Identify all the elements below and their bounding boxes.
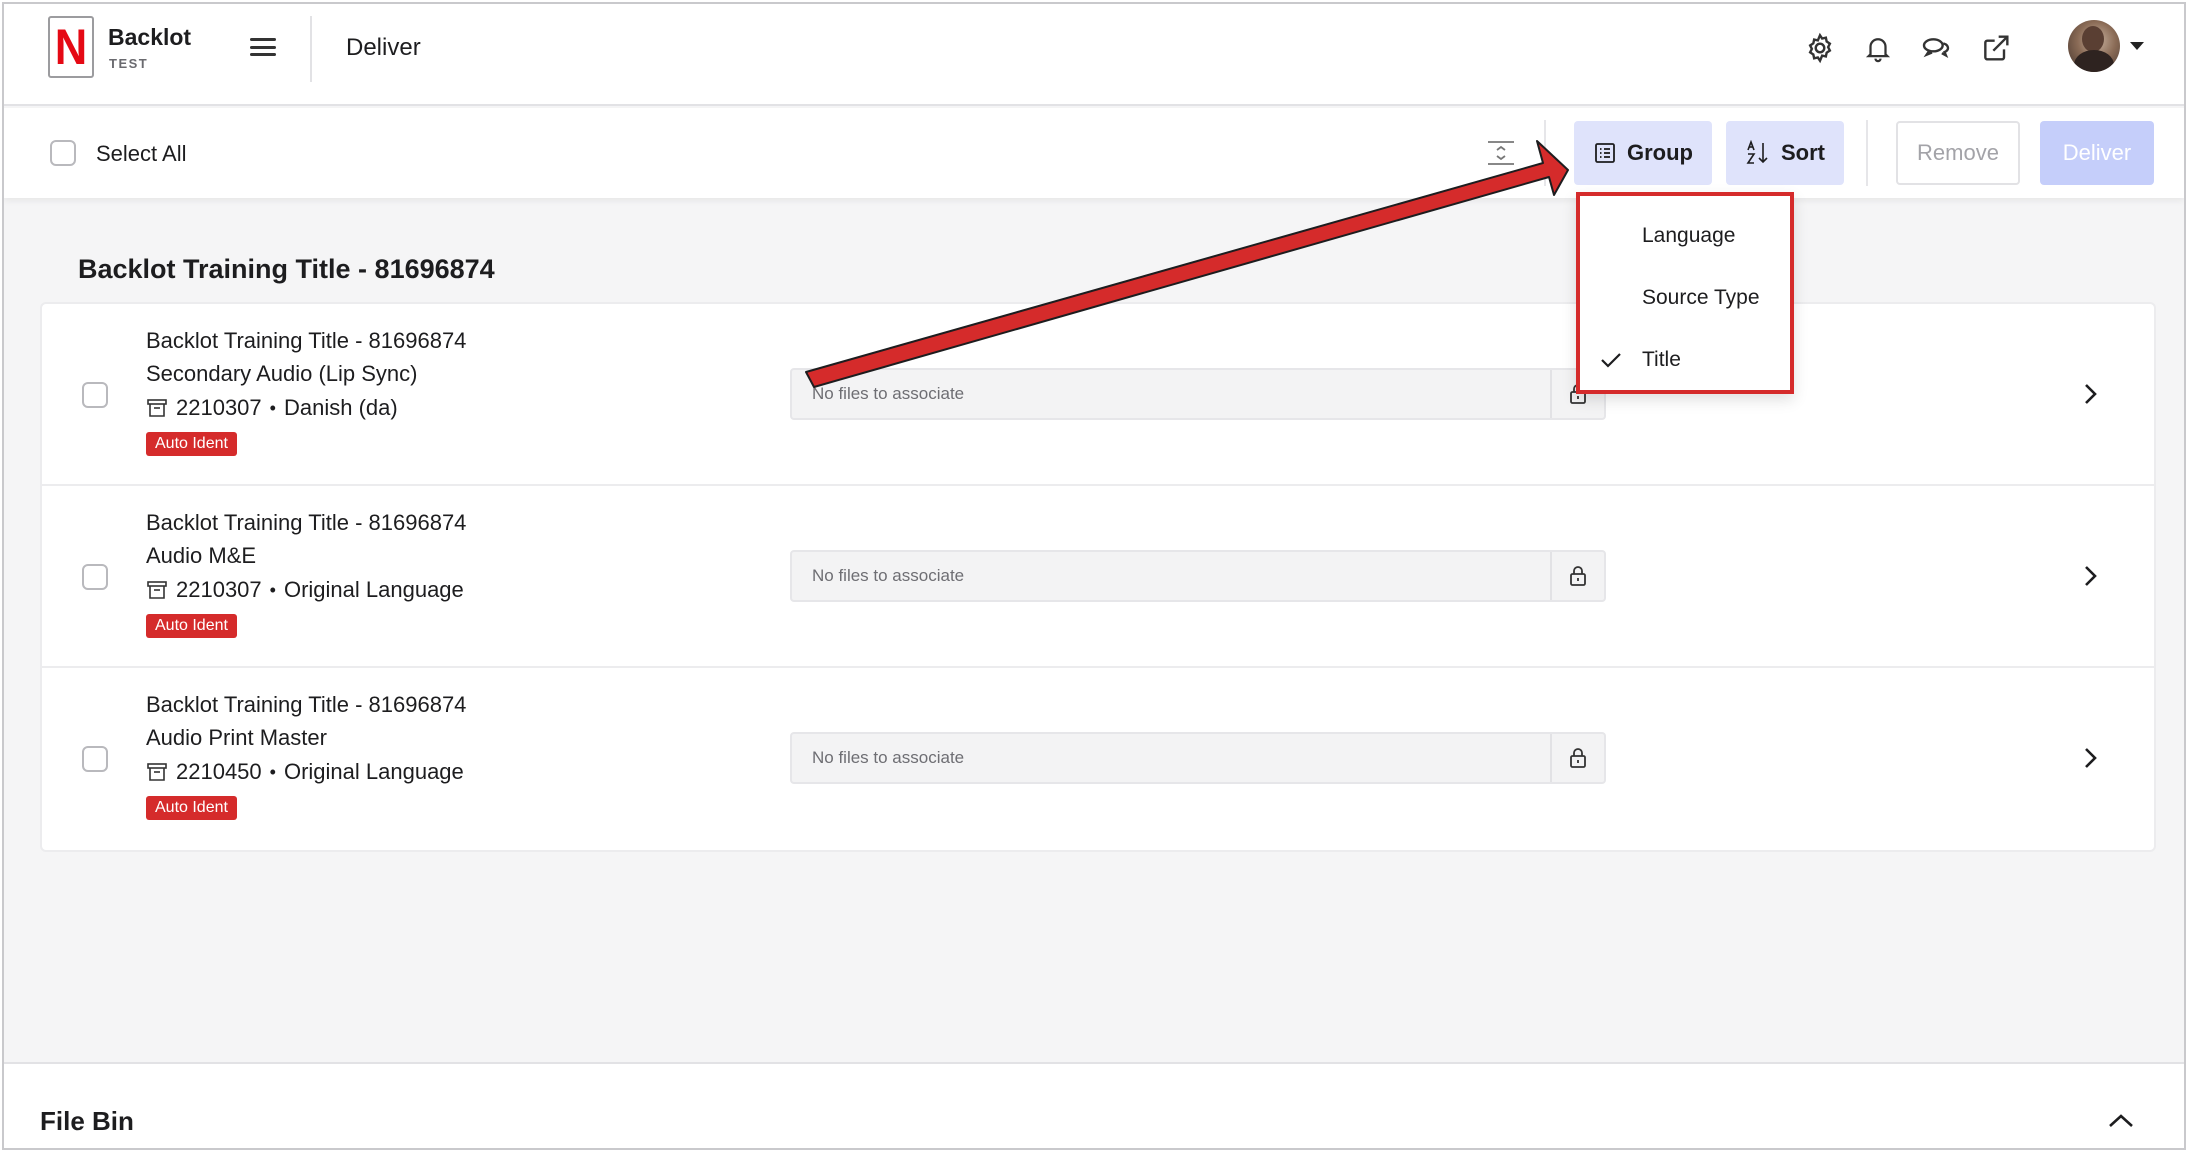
settings-icon[interactable]: [1800, 28, 1840, 68]
row-id: 2210307: [176, 395, 262, 420]
file-bin-title: File Bin: [40, 1106, 134, 1136]
lock-icon[interactable]: [1550, 734, 1604, 782]
table-row: Backlot Training Title - 81696874 Audio …: [42, 486, 2154, 668]
toolbar-divider: [1544, 120, 1546, 186]
row-source-type: Audio Print Master: [146, 725, 327, 750]
separator: •: [269, 397, 276, 418]
menu-item-label: Language: [1642, 224, 1736, 247]
app-window: N Backlot TEST Deliver Select All Group …: [2, 2, 2186, 1150]
row-title: Backlot Training Title - 81696874: [146, 328, 467, 353]
row-id: 2210450: [176, 759, 262, 784]
file-bin-panel: File Bin: [4, 1062, 2184, 1148]
header-divider: [310, 16, 312, 82]
row-language: Original Language: [283, 577, 464, 602]
sort-az-icon: [1746, 140, 1768, 164]
file-placeholder: No files to associate: [812, 566, 965, 585]
group-dropdown-menu: Language Source Type Title: [1576, 192, 1794, 394]
chevron-right-icon[interactable]: [2074, 560, 2106, 592]
expand-collapse-icon[interactable]: [1486, 138, 1516, 168]
action-toolbar: Select All Group Sort Remove Deliver: [4, 108, 2184, 198]
row-language: Original Language: [283, 759, 464, 784]
file-association-field[interactable]: No files to associate: [790, 732, 1606, 784]
row-checkbox[interactable]: [82, 746, 108, 772]
group-button[interactable]: Group: [1574, 121, 1712, 185]
list-icon: [1595, 143, 1615, 163]
lock-icon[interactable]: [1550, 552, 1604, 600]
external-link-icon[interactable]: [1976, 28, 2016, 68]
menu-check-slot: [1580, 351, 1642, 369]
row-source-type: Audio M&E: [146, 543, 257, 568]
logo-letter: N: [54, 19, 88, 75]
brand-name: Backlot: [108, 24, 192, 50]
bell-icon[interactable]: [1858, 28, 1898, 68]
row-meta: 2210307 • Original Language: [146, 577, 464, 603]
row-source-type: Secondary Audio (Lip Sync): [146, 361, 418, 386]
separator: •: [269, 579, 276, 600]
row-meta: 2210307 • Danish (da): [146, 395, 398, 421]
row-meta: 2210450 • Original Language: [146, 759, 464, 785]
table-row: Backlot Training Title - 81696874 Second…: [42, 304, 2154, 486]
select-all-label: Select All: [96, 141, 187, 166]
menu-icon[interactable]: [250, 36, 276, 58]
status-badge: Auto Ident: [146, 614, 237, 638]
status-badge: Auto Ident: [146, 432, 237, 456]
chevron-right-icon[interactable]: [2074, 742, 2106, 774]
menu-item-title[interactable]: Title: [1580, 330, 1790, 390]
archive-icon: [147, 763, 167, 781]
archive-icon: [147, 581, 167, 599]
chevron-up-icon[interactable]: [2104, 1106, 2138, 1136]
file-placeholder: No files to associate: [812, 384, 965, 403]
brand-env: TEST: [109, 56, 149, 71]
toolbar-divider: [1866, 120, 1868, 186]
sort-button[interactable]: Sort: [1726, 121, 1844, 185]
table-row: Backlot Training Title - 81696874 Audio …: [42, 668, 2154, 850]
archive-icon: [147, 399, 167, 417]
row-language: Danish (da): [283, 395, 398, 420]
menu-item-source-type[interactable]: Source Type: [1580, 268, 1790, 328]
deliverables-list: Backlot Training Title - 81696874 Second…: [40, 302, 2156, 852]
row-title: Backlot Training Title - 81696874: [146, 692, 467, 717]
chat-icon[interactable]: [1916, 28, 1956, 68]
deliver-button[interactable]: Deliver: [2040, 121, 2154, 185]
separator: •: [269, 761, 276, 782]
top-header: N Backlot TEST Deliver: [4, 4, 2184, 106]
select-all-checkbox[interactable]: [50, 140, 76, 166]
file-association-field[interactable]: No files to associate: [790, 368, 1606, 420]
chevron-down-icon[interactable]: [2130, 42, 2144, 50]
group-button-label: Group: [1627, 140, 1693, 165]
menu-item-language[interactable]: Language: [1580, 206, 1790, 266]
sort-button-label: Sort: [1781, 140, 1825, 165]
row-checkbox[interactable]: [82, 564, 108, 590]
file-association-field[interactable]: No files to associate: [790, 550, 1606, 602]
checkmark-icon: [1601, 353, 1621, 368]
row-id: 2210307: [176, 577, 262, 602]
group-heading: Backlot Training Title - 81696874: [78, 254, 495, 284]
chevron-right-icon[interactable]: [2074, 378, 2106, 410]
user-avatar[interactable]: [2068, 20, 2120, 72]
row-title: Backlot Training Title - 81696874: [146, 510, 467, 535]
remove-button[interactable]: Remove: [1896, 121, 2020, 185]
row-checkbox[interactable]: [82, 382, 108, 408]
file-placeholder: No files to associate: [812, 748, 965, 767]
status-badge: Auto Ident: [146, 796, 237, 820]
page-title: Deliver: [346, 34, 421, 61]
menu-item-label: Title: [1642, 348, 1681, 371]
netflix-logo[interactable]: N: [48, 16, 94, 78]
menu-item-label: Source Type: [1642, 286, 1760, 309]
